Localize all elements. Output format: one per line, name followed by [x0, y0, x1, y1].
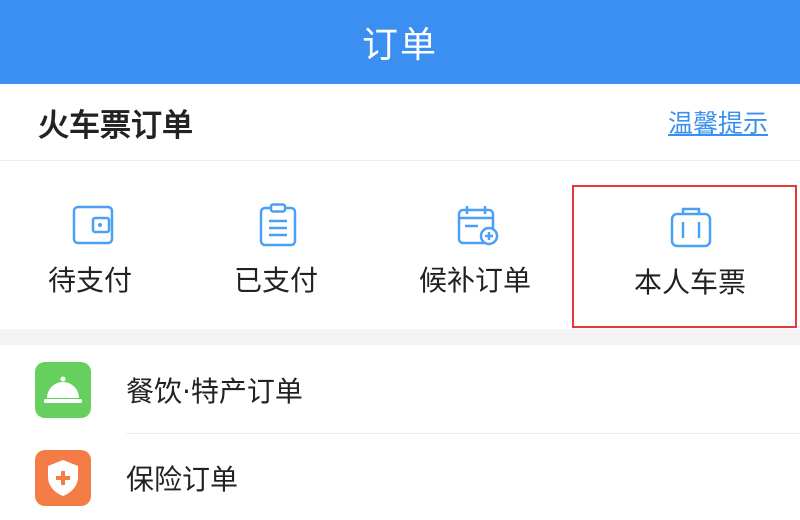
grid-item-waitlist-orders[interactable]: 候补订单 — [375, 161, 572, 329]
grid-item-paid[interactable]: 已支付 — [190, 161, 375, 329]
section-divider — [0, 329, 800, 345]
grid-item-label: 本人车票 — [634, 266, 747, 299]
section-title: 火车票订单 — [38, 108, 193, 144]
clipboard-icon — [259, 203, 297, 247]
suitcase-icon — [670, 207, 712, 248]
calendar-plus-icon — [457, 206, 499, 246]
train-orders-header: 火车票订单 温馨提示 — [0, 84, 800, 161]
grid-item-pending-payment[interactable]: 待支付 — [0, 161, 190, 329]
service-bell-icon — [35, 362, 91, 418]
grid-item-my-tickets[interactable]: 本人车票 — [572, 185, 797, 328]
list-item-catering-orders[interactable]: 餐饮·特产订单 — [0, 346, 800, 432]
page-title: 订单 — [361, 25, 438, 66]
list-item-label: 保险订单 — [126, 463, 239, 496]
grid-item-label: 候补订单 — [419, 264, 532, 297]
grid-item-label: 已支付 — [234, 264, 319, 297]
list-item-insurance-orders[interactable]: 保险订单 — [0, 434, 800, 520]
order-status-grid: 待支付 已支付 候补订单 本人车票 — [0, 161, 800, 329]
shield-plus-icon — [35, 450, 91, 506]
top-bar: 订单 — [0, 0, 800, 84]
list-item-label: 餐饮·特产订单 — [126, 375, 303, 408]
grid-item-label: 待支付 — [48, 264, 133, 297]
wallet-icon — [72, 205, 114, 245]
tips-link[interactable]: 温馨提示 — [668, 104, 768, 140]
